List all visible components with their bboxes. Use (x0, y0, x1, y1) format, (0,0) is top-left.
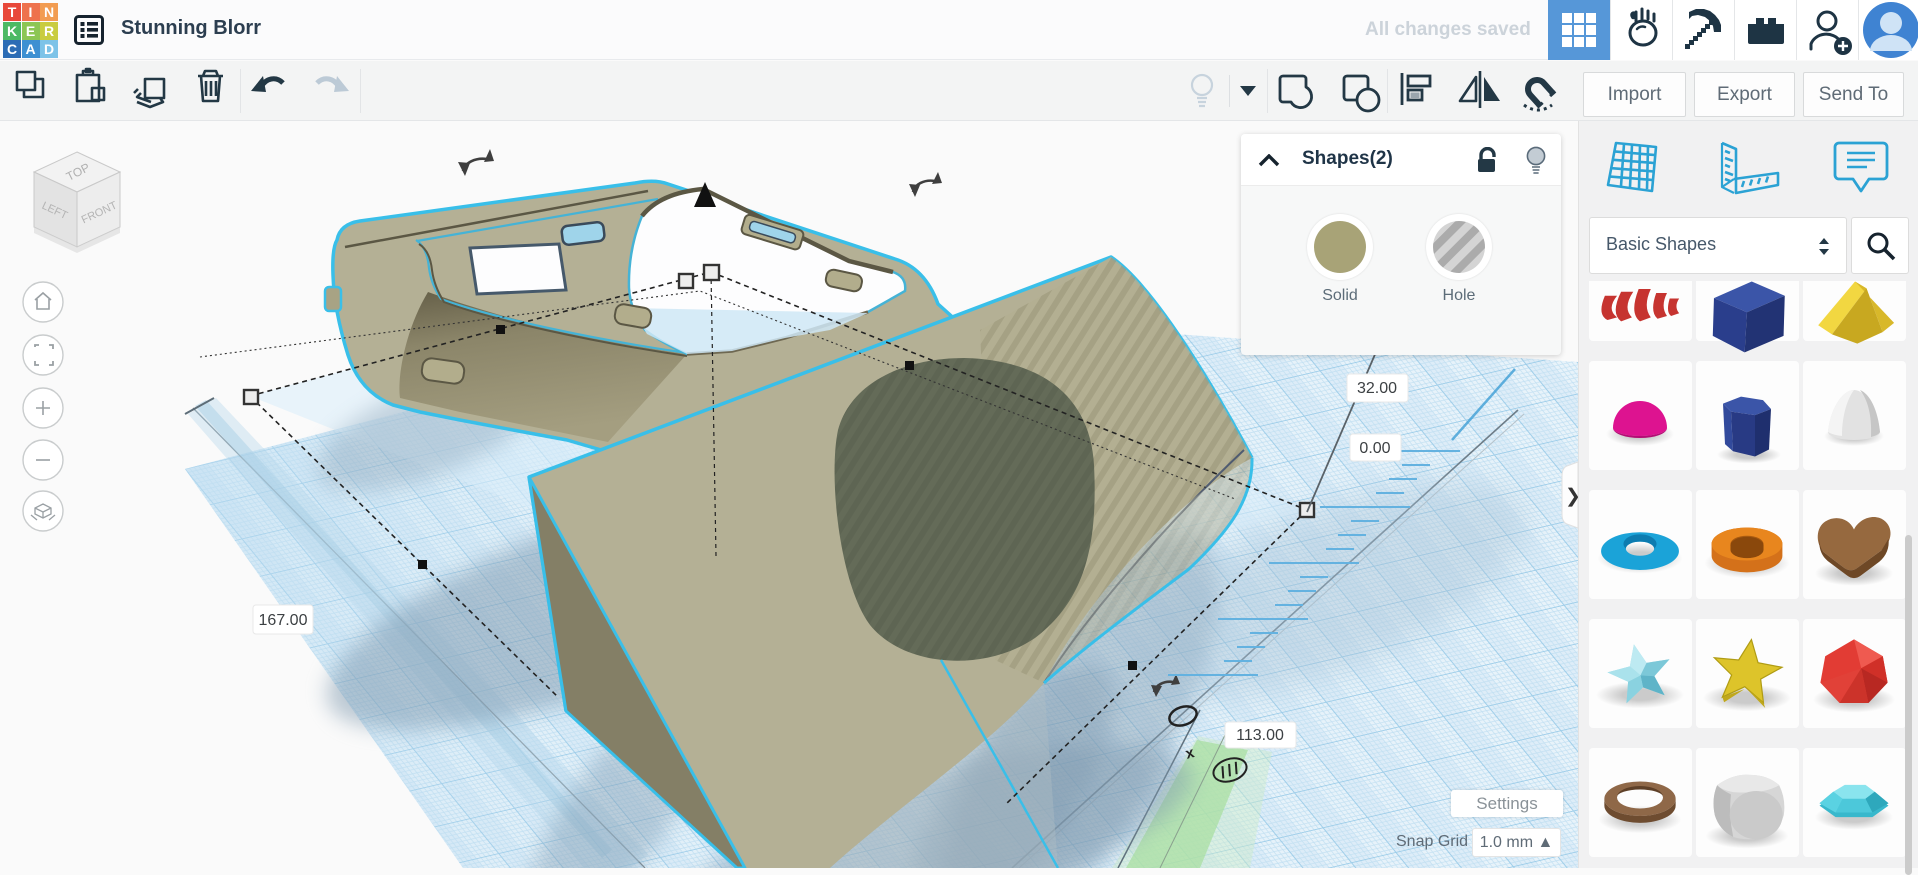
svg-text:0.00: 0.00 (1359, 440, 1390, 457)
svg-text:167.00: 167.00 (259, 612, 308, 629)
svg-text:113.00: 113.00 (1236, 727, 1284, 744)
svg-text:❯: ❯ (1565, 486, 1578, 507)
svg-text:32.00: 32.00 (1357, 380, 1397, 397)
